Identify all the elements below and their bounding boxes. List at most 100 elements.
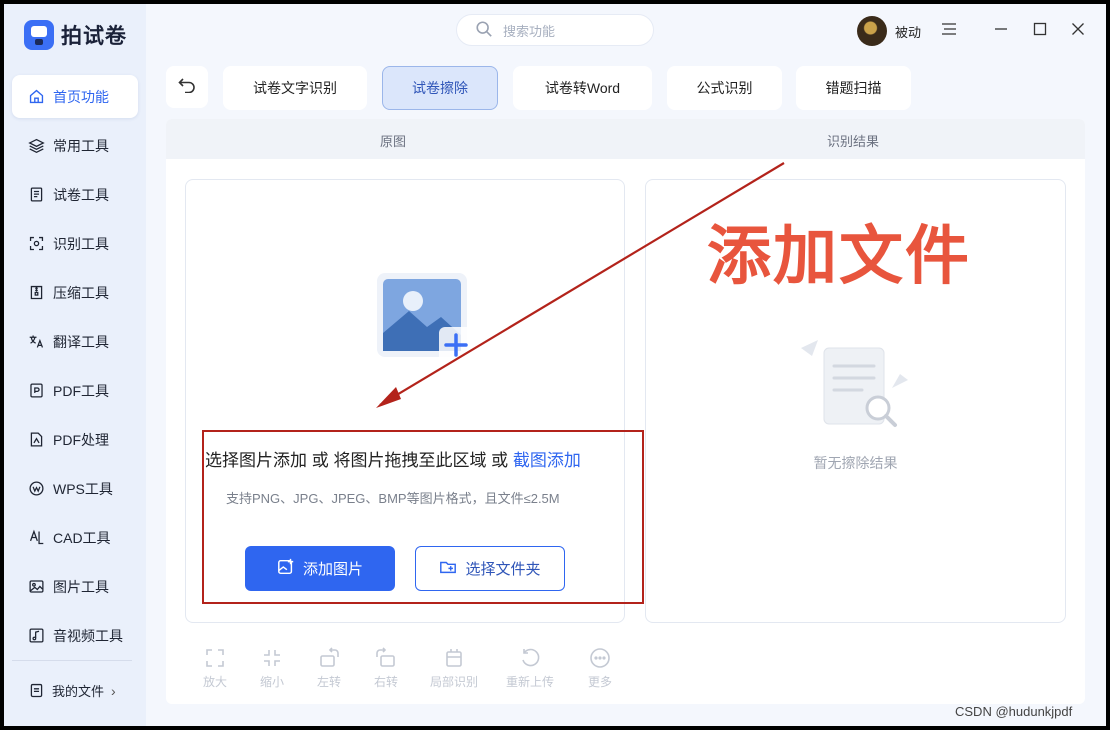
folder-add-icon: [439, 558, 457, 580]
format-hint: 支持PNG、JPG、JPEG、BMP等图片格式，且文件≤2.5M: [226, 491, 560, 506]
translate-icon: [28, 333, 45, 350]
screenshot-add-link[interactable]: 截图添加: [513, 451, 581, 470]
wps-icon: [28, 480, 45, 497]
back-button[interactable]: [166, 66, 208, 108]
reupload-button[interactable]: 重新上传: [502, 647, 558, 690]
user-profile[interactable]: 被动: [857, 16, 921, 46]
sidebar-item-recognize-tools[interactable]: 识别工具: [12, 222, 138, 265]
annotation-label: 添加文件: [707, 220, 971, 294]
undo-arrow-icon: [178, 77, 196, 98]
upload-dropzone[interactable]: 选择图片添加 或 将图片拖拽至此区域 或 截图添加 支持PNG、JPG、JPEG…: [185, 179, 625, 623]
sidebar-item-translate-tools[interactable]: 翻译工具: [12, 320, 138, 363]
my-files-label: 我的文件: [52, 684, 105, 699]
sidebar-item-label: 图片工具: [53, 578, 109, 595]
tab-formula-ocr[interactable]: 公式识别: [667, 66, 782, 110]
sidebar-item-label: PDF工具: [53, 382, 109, 399]
close-icon[interactable]: [1067, 18, 1089, 40]
cad-icon: [28, 529, 45, 546]
search-icon: [475, 20, 493, 41]
avatar: [857, 16, 887, 46]
tool-label: 缩小: [259, 675, 284, 689]
empty-document-icon: [801, 340, 908, 427]
more-button[interactable]: 更多: [580, 647, 620, 690]
reupload-icon: [522, 648, 540, 667]
sidebar-item-label: 压缩工具: [53, 284, 109, 301]
sidebar-item-label: 首页功能: [53, 88, 109, 105]
image-upload-icon: [377, 273, 473, 363]
partial-recognize-button[interactable]: 局部识别: [430, 647, 478, 690]
logo-icon: [24, 20, 54, 50]
compress-icon: [28, 284, 45, 301]
rotate-left-button[interactable]: 左转: [309, 647, 349, 690]
sidebar-item-home[interactable]: 首页功能: [12, 75, 138, 118]
sidebar-nav: 首页功能 常用工具 试卷工具 识别工具 压缩工具 翻译工具 PDF工具 PDF处…: [12, 75, 138, 663]
tab-label: 试卷文字识别: [253, 80, 337, 96]
tab-label: 试卷转Word: [544, 80, 621, 96]
app-name: 拍试卷: [61, 25, 127, 48]
result-header: 识别结果: [827, 134, 880, 149]
app-logo: 拍试卷: [24, 20, 127, 50]
tool-label: 重新上传: [505, 675, 554, 689]
tab-label: 错题扫描: [825, 80, 882, 96]
tool-label: 右转: [373, 675, 398, 689]
upload-instruction-text: 选择图片添加 或 将图片拖拽至此区域 或: [205, 451, 513, 470]
sidebar-item-wps-tools[interactable]: WPS工具: [12, 467, 138, 510]
scan-icon: [28, 235, 45, 252]
tab-mistake-scan[interactable]: 错题扫描: [796, 66, 911, 110]
app-window: 拍试卷 首页功能 常用工具 试卷工具 识别工具 压缩工具 翻译工具 PDF工具 …: [4, 4, 1106, 726]
sidebar-item-label: 试卷工具: [53, 186, 109, 203]
sidebar-item-pdf-process[interactable]: PDF处理: [12, 418, 138, 461]
rotate-left-icon: [320, 647, 339, 667]
original-header: 原图: [380, 134, 407, 149]
chevron-right-icon: ›: [111, 682, 116, 699]
username: 被动: [895, 24, 922, 40]
tab-paper-erase[interactable]: 试卷擦除: [382, 66, 498, 110]
sidebar-item-label: 常用工具: [53, 137, 109, 154]
sidebar-item-label: WPS工具: [53, 480, 113, 497]
watermark: CSDN @hudunkjpdf: [955, 704, 1073, 719]
search-placeholder: 搜索功能: [503, 23, 556, 39]
sidebar-item-label: CAD工具: [53, 529, 111, 546]
zoom-in-button[interactable]: 放大: [195, 647, 235, 690]
tool-label: 放大: [202, 675, 227, 689]
sidebar-item-paper-tools[interactable]: 试卷工具: [12, 173, 138, 216]
sidebar-item-av-tools[interactable]: 音视频工具: [12, 614, 138, 657]
tab-paper-text-ocr[interactable]: 试卷文字识别: [223, 66, 367, 110]
empty-result-text: 暂无擦除结果: [813, 455, 898, 471]
sidebar-item-pdf-tools[interactable]: PDF工具: [12, 369, 138, 412]
sidebar-item-common-tools[interactable]: 常用工具: [12, 124, 138, 167]
sidebar-divider: [12, 660, 132, 661]
layers-icon: [28, 137, 45, 154]
maximize-icon[interactable]: [1029, 18, 1051, 40]
image-icon: [28, 578, 45, 595]
sidebar: 拍试卷 首页功能 常用工具 试卷工具 识别工具 压缩工具 翻译工具 PDF工具 …: [4, 4, 146, 726]
rotate-right-button[interactable]: 右转: [366, 647, 406, 690]
menu-icon[interactable]: [938, 18, 960, 40]
paper-icon: [28, 186, 45, 203]
tool-label: 局部识别: [430, 675, 479, 689]
tool-label: 更多: [587, 675, 612, 689]
file-icon: [28, 682, 45, 699]
shrink-icon: [264, 650, 280, 666]
zoom-out-button[interactable]: 缩小: [252, 647, 292, 690]
my-files-link[interactable]: 我的文件 ›: [28, 681, 116, 700]
choose-folder-button[interactable]: 选择文件夹: [415, 546, 565, 591]
partial-icon: [446, 649, 462, 667]
sidebar-item-image-tools[interactable]: 图片工具: [12, 565, 138, 608]
sidebar-item-cad-tools[interactable]: CAD工具: [12, 516, 138, 559]
rotate-right-icon: [376, 647, 395, 667]
add-image-button[interactable]: 添加图片: [245, 546, 395, 591]
upload-instruction: 选择图片添加 或 将图片拖拽至此区域 或 截图添加: [205, 446, 581, 471]
sidebar-item-label: 翻译工具: [53, 333, 109, 350]
more-icon: [590, 648, 610, 668]
tab-paper-to-word[interactable]: 试卷转Word: [513, 66, 652, 110]
music-icon: [28, 627, 45, 644]
search-input[interactable]: 搜索功能: [456, 14, 654, 46]
choose-folder-label: 选择文件夹: [465, 561, 541, 578]
sidebar-item-label: 音视频工具: [53, 627, 123, 644]
sidebar-item-compress-tools[interactable]: 压缩工具: [12, 271, 138, 314]
tab-label: 公式识别: [696, 80, 753, 96]
tool-label: 左转: [316, 675, 341, 689]
minimize-icon[interactable]: [990, 18, 1012, 40]
add-image-icon: [277, 558, 295, 580]
